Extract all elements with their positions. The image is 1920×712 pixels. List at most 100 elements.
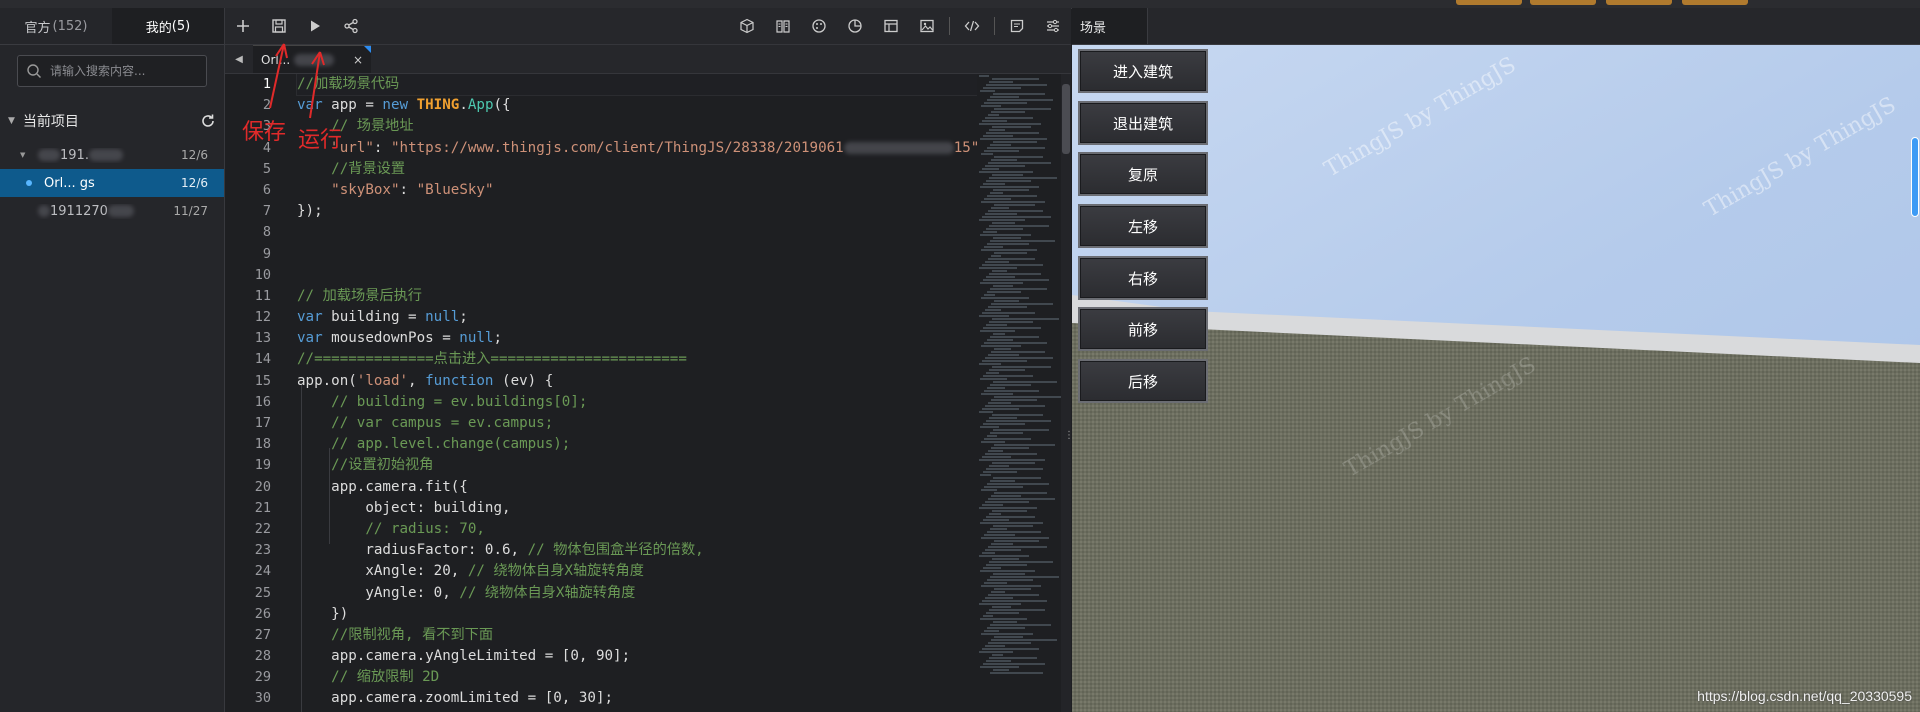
code-line: var building = null; — [297, 309, 468, 326]
code-line: //设置初始视角 — [331, 457, 434, 474]
minimap-line — [991, 207, 1009, 209]
scene-tab-label: 场景 — [1080, 20, 1107, 36]
minimap-line — [993, 669, 1009, 671]
minimap-line — [990, 144, 1011, 146]
refresh-icon[interactable] — [200, 113, 216, 129]
scene-scrollbar[interactable] — [1910, 137, 1920, 217]
code-area[interactable]: 1 2 3 4 5 6 7 8 9 10 11 12 13 14 15 16 17 18 19 20 21 22 23 24 2… — [225, 74, 977, 712]
close-icon[interactable]: × — [353, 53, 363, 67]
line-number: 13 — [254, 330, 271, 347]
minimap-line — [979, 651, 1013, 653]
code-line: xAngle: 20, // 绕物体自身X轴旋转角度 — [297, 563, 644, 580]
3d-viewport[interactable]: ThingJS by ThingJS ThingJS by ThingJS Th… — [1072, 45, 1920, 712]
minimap-line — [990, 672, 1043, 674]
minimap-line — [990, 384, 1031, 386]
minimap-line — [979, 555, 1029, 557]
editor-scrollbar[interactable] — [1061, 74, 1071, 712]
minimap-line — [990, 624, 1051, 626]
minimap-line — [984, 102, 1027, 104]
minimap-line — [992, 414, 1043, 416]
minimap-line — [980, 426, 999, 428]
minimap-line — [989, 225, 1049, 227]
minimap-line — [992, 606, 1011, 608]
exit-building-button[interactable]: 退出建筑 — [1078, 101, 1208, 145]
top-chip[interactable] — [1530, 0, 1596, 5]
tab-mine[interactable]: 我的 (5) — [112, 8, 224, 44]
code-line: app.on('load', function (ev) { — [297, 372, 554, 389]
tab-scroll-left-icon[interactable]: ◀ — [225, 45, 253, 73]
docs-button[interactable] — [765, 8, 801, 44]
minimap-line — [981, 585, 1041, 587]
minimap-line — [992, 510, 1027, 512]
minimap-line — [982, 216, 1051, 218]
book-icon — [776, 20, 790, 33]
chart-button[interactable] — [837, 8, 873, 44]
minimap-line — [990, 192, 1003, 194]
project-item[interactable]: ▼ 191. 12/6 — [0, 141, 224, 169]
reset-button[interactable]: 复原 — [1078, 152, 1208, 196]
move-forward-button[interactable]: 前移 — [1078, 307, 1208, 351]
minimap-line — [982, 312, 1035, 314]
minimap-line — [985, 357, 1053, 359]
search-box — [17, 55, 207, 87]
minimap-line — [982, 504, 1003, 506]
minimap-line — [994, 444, 1055, 446]
image-icon — [920, 19, 934, 33]
project-item-selected[interactable]: Orl... gs 12/6 — [0, 169, 224, 197]
minimap-line — [987, 243, 1029, 245]
scrollbar-thumb[interactable] — [1062, 84, 1070, 154]
project-item[interactable]: 1911270 11/27 — [0, 197, 224, 225]
model-button[interactable] — [729, 8, 765, 44]
tab-scene[interactable]: 场景 — [1072, 8, 1148, 44]
code-minimap[interactable] — [977, 74, 1061, 712]
theme-button[interactable] — [801, 8, 837, 44]
minimap-line — [991, 639, 1057, 641]
minimap-line — [991, 591, 1005, 593]
new-file-button[interactable] — [225, 8, 261, 44]
notes-button[interactable] — [999, 8, 1035, 44]
search-input[interactable] — [48, 63, 202, 79]
minimap-line — [985, 645, 1005, 647]
code-line: radiusFactor: 0.6, // 物体包围盒半径的倍数, — [297, 542, 704, 559]
code-button[interactable] — [954, 8, 990, 44]
layout-icon — [884, 19, 898, 33]
panel-splitter-icon[interactable]: ⋮ — [1064, 430, 1074, 460]
minimap-line — [993, 429, 1049, 431]
settings-button[interactable] — [1035, 8, 1071, 44]
top-chip[interactable] — [1682, 0, 1748, 5]
scrollbar-thumb[interactable] — [1911, 137, 1919, 217]
code-line: // app.level.change(campus); — [331, 436, 571, 453]
tab-official[interactable]: 官方 (152) — [0, 8, 112, 44]
blurred-text — [38, 205, 50, 217]
minimap-line — [982, 120, 1007, 122]
top-chip[interactable] — [1606, 0, 1672, 5]
code-line: //加载场景代码 — [296, 74, 977, 97]
minimap-line — [994, 156, 1043, 158]
minimap-line — [980, 570, 1035, 572]
image-button[interactable] — [909, 8, 945, 44]
project-name-text: 191. — [60, 147, 89, 163]
minimap-line — [989, 513, 1001, 515]
move-back-button[interactable]: 后移 — [1078, 359, 1208, 403]
minimap-line — [988, 450, 1003, 452]
minimap-line — [993, 333, 1005, 335]
top-chip[interactable] — [1456, 0, 1522, 5]
minimap-line — [991, 255, 1001, 257]
layout-button[interactable] — [873, 8, 909, 44]
code-line: // var campus = ev.campus; — [331, 415, 554, 431]
minimap-line — [994, 204, 1035, 206]
move-left-button[interactable]: 左移 — [1078, 204, 1208, 248]
minimap-line — [981, 489, 997, 491]
minimap-line — [988, 114, 999, 116]
minimap-line — [990, 576, 1059, 578]
current-project-header[interactable]: ▼ 当前项目 — [0, 109, 224, 133]
minimap-line — [993, 621, 1017, 623]
minimap-line — [989, 609, 1045, 611]
cube-icon — [740, 18, 754, 34]
move-right-button[interactable]: 右移 — [1078, 256, 1208, 300]
enter-building-button[interactable]: 进入建筑 — [1078, 49, 1208, 93]
code-line: }) — [297, 605, 349, 622]
note-icon — [1010, 19, 1024, 33]
minimap-line — [980, 138, 1047, 140]
line-number: 23 — [254, 542, 271, 559]
